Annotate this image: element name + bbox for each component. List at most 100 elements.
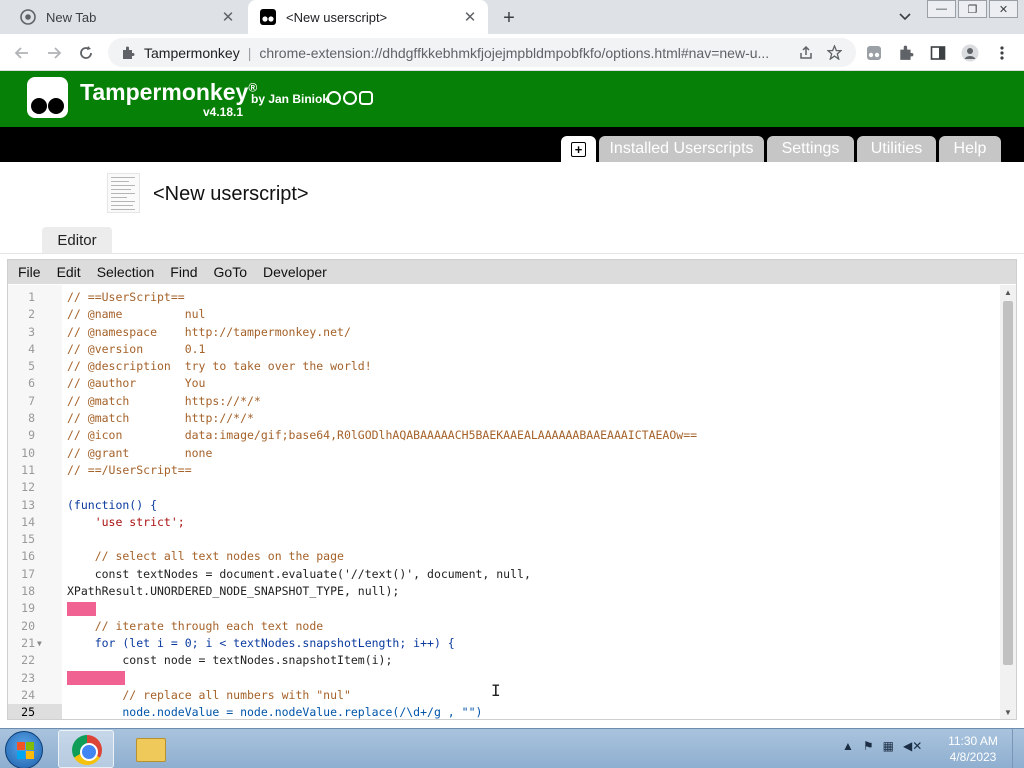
line-number: 21 (21, 635, 35, 650)
tab-settings[interactable]: Settings (767, 136, 854, 162)
line-number: 8 (28, 411, 35, 426)
network-icon[interactable]: ▦ (883, 739, 894, 753)
line-number: 20 (21, 618, 35, 633)
text-cursor-icon: Ι (491, 681, 501, 700)
tampermonkey-nav: + Installed Userscripts Settings Utiliti… (0, 127, 1024, 162)
close-tab-icon[interactable]: ✕ (460, 7, 480, 27)
menu-goto[interactable]: GoTo (214, 264, 247, 280)
code-line: // @author You (67, 376, 206, 391)
author-credit: by Jan Biniok (251, 92, 330, 106)
url-separator: | (247, 44, 252, 61)
script-thumbnail-icon (107, 173, 140, 213)
close-window-button[interactable]: ✕ (989, 0, 1018, 18)
scroll-down-arrow-icon[interactable]: ▼ (1000, 705, 1016, 719)
line-number: 25 (21, 705, 35, 719)
clock-date: 4/8/2023 (949, 750, 997, 764)
line-number: 9 (28, 428, 35, 443)
code-line: // @grant none (67, 445, 213, 460)
whitespace-error-marker (67, 671, 125, 686)
code-line: for (let i = 0; i < textNodes.snapshotLe… (67, 635, 455, 650)
windows-start-button[interactable] (5, 731, 43, 768)
whitespace-error-marker (67, 601, 96, 616)
restore-button[interactable]: ❐ (958, 0, 987, 18)
tab-utilities[interactable]: Utilities (857, 136, 936, 162)
editor-scrollbar[interactable]: ▲ ▼ (1000, 285, 1016, 719)
scrollbar-thumb[interactable] (1003, 301, 1013, 665)
line-number: 17 (21, 566, 35, 581)
code-line: // ==/UserScript== (67, 462, 192, 477)
instagram-icon[interactable] (359, 91, 373, 105)
browser-tab-userscript[interactable]: <New userscript> ✕ (248, 0, 488, 34)
new-script-tab[interactable]: + (561, 136, 596, 162)
forward-arrow-icon[interactable] (43, 42, 65, 64)
extension-grid-icon[interactable] (864, 43, 884, 63)
line-number: 13 (21, 497, 35, 512)
line-number: 19 (21, 601, 35, 616)
side-panel-icon[interactable] (928, 43, 948, 63)
line-number: 23 (21, 670, 35, 685)
minimize-button[interactable]: — (927, 0, 956, 18)
line-number: 12 (21, 480, 35, 495)
line-number: 1 (28, 290, 35, 304)
line-number: 14 (21, 514, 35, 529)
facebook-icon[interactable] (343, 91, 357, 105)
line-number: 10 (21, 445, 35, 460)
chrome-icon (72, 735, 102, 765)
volume-muted-icon[interactable]: ◀✕ (903, 739, 922, 753)
tampermonkey-favicon (260, 9, 276, 25)
tab-title: New Tab (46, 9, 97, 25)
show-desktop-button[interactable] (1012, 729, 1024, 768)
profile-avatar-icon[interactable] (960, 43, 980, 63)
scroll-up-arrow-icon[interactable]: ▲ (1000, 285, 1016, 299)
line-number: 22 (21, 653, 35, 668)
back-arrow-icon[interactable] (11, 42, 33, 64)
code-line: // @icon data:image/gif;base64,R0lGODlhA… (67, 428, 698, 443)
share-icon[interactable] (795, 42, 817, 64)
menu-developer[interactable]: Developer (263, 264, 327, 280)
code-line: // @namespace http://tampermonkey.net/ (67, 324, 351, 339)
puzzle-icon (120, 45, 136, 61)
brand-title: Tampermonkey® (80, 79, 258, 105)
menu-edit[interactable]: Edit (57, 264, 81, 280)
code-line (67, 600, 96, 617)
code-line: // @match http://*/* (67, 411, 254, 426)
bookmark-star-icon[interactable] (823, 42, 845, 64)
tampermonkey-logo-icon (27, 77, 68, 118)
tab-help[interactable]: Help (939, 136, 1001, 162)
code-line: 'use strict'; (67, 514, 185, 529)
line-number: 24 (21, 687, 35, 702)
editor-menubar: File Edit Selection Find GoTo Developer (8, 260, 1016, 284)
reload-icon[interactable] (75, 42, 97, 64)
chrome-icon (20, 9, 36, 25)
line-number: 15 (21, 532, 35, 547)
kebab-menu-icon[interactable] (992, 43, 1012, 63)
tab-search-chevron-icon[interactable] (896, 8, 914, 26)
tab-installed-userscripts[interactable]: Installed Userscripts (599, 136, 764, 162)
line-number: 5 (28, 359, 35, 374)
taskbar-file-explorer[interactable] (122, 730, 178, 768)
extensions-puzzle-icon[interactable] (896, 43, 916, 63)
address-bar[interactable]: Tampermonkey | chrome-extension://dhdgff… (108, 38, 856, 67)
taskbar-chrome[interactable] (58, 730, 114, 768)
browser-tab-new-tab[interactable]: New Tab ✕ (8, 0, 246, 34)
clock-time: 11:30 AM (948, 734, 998, 748)
menu-find[interactable]: Find (170, 264, 197, 280)
code-line: // @name nul (67, 307, 206, 322)
tray-expand-icon[interactable]: ▲ (842, 739, 854, 753)
line-number: 4 (28, 341, 35, 356)
menu-selection[interactable]: Selection (97, 264, 155, 280)
code-line: // @match https://*/* (67, 393, 261, 408)
menu-file[interactable]: File (18, 264, 41, 280)
action-center-flag-icon[interactable]: ⚑ (863, 739, 874, 753)
url-text[interactable]: chrome-extension://dhdgffkkebhmkfjojejmp… (259, 45, 789, 61)
divider (0, 253, 1024, 254)
code-line (67, 670, 125, 687)
close-tab-icon[interactable]: ✕ (218, 7, 238, 27)
github-icon[interactable] (327, 91, 341, 105)
code-editor[interactable]: 1 // ==UserScript== 2 // @name nul 3 // @na… (8, 289, 998, 719)
tab-editor[interactable]: Editor (42, 227, 112, 254)
taskbar-clock[interactable]: 11:30 AM 4/8/2023 (940, 733, 1006, 765)
fold-arrow-icon[interactable]: ▼ (37, 635, 42, 652)
new-tab-button[interactable]: + (498, 7, 520, 29)
windows-taskbar: ▲ ⚑ ▦ ◀✕ 11:30 AM 4/8/2023 (0, 728, 1024, 768)
